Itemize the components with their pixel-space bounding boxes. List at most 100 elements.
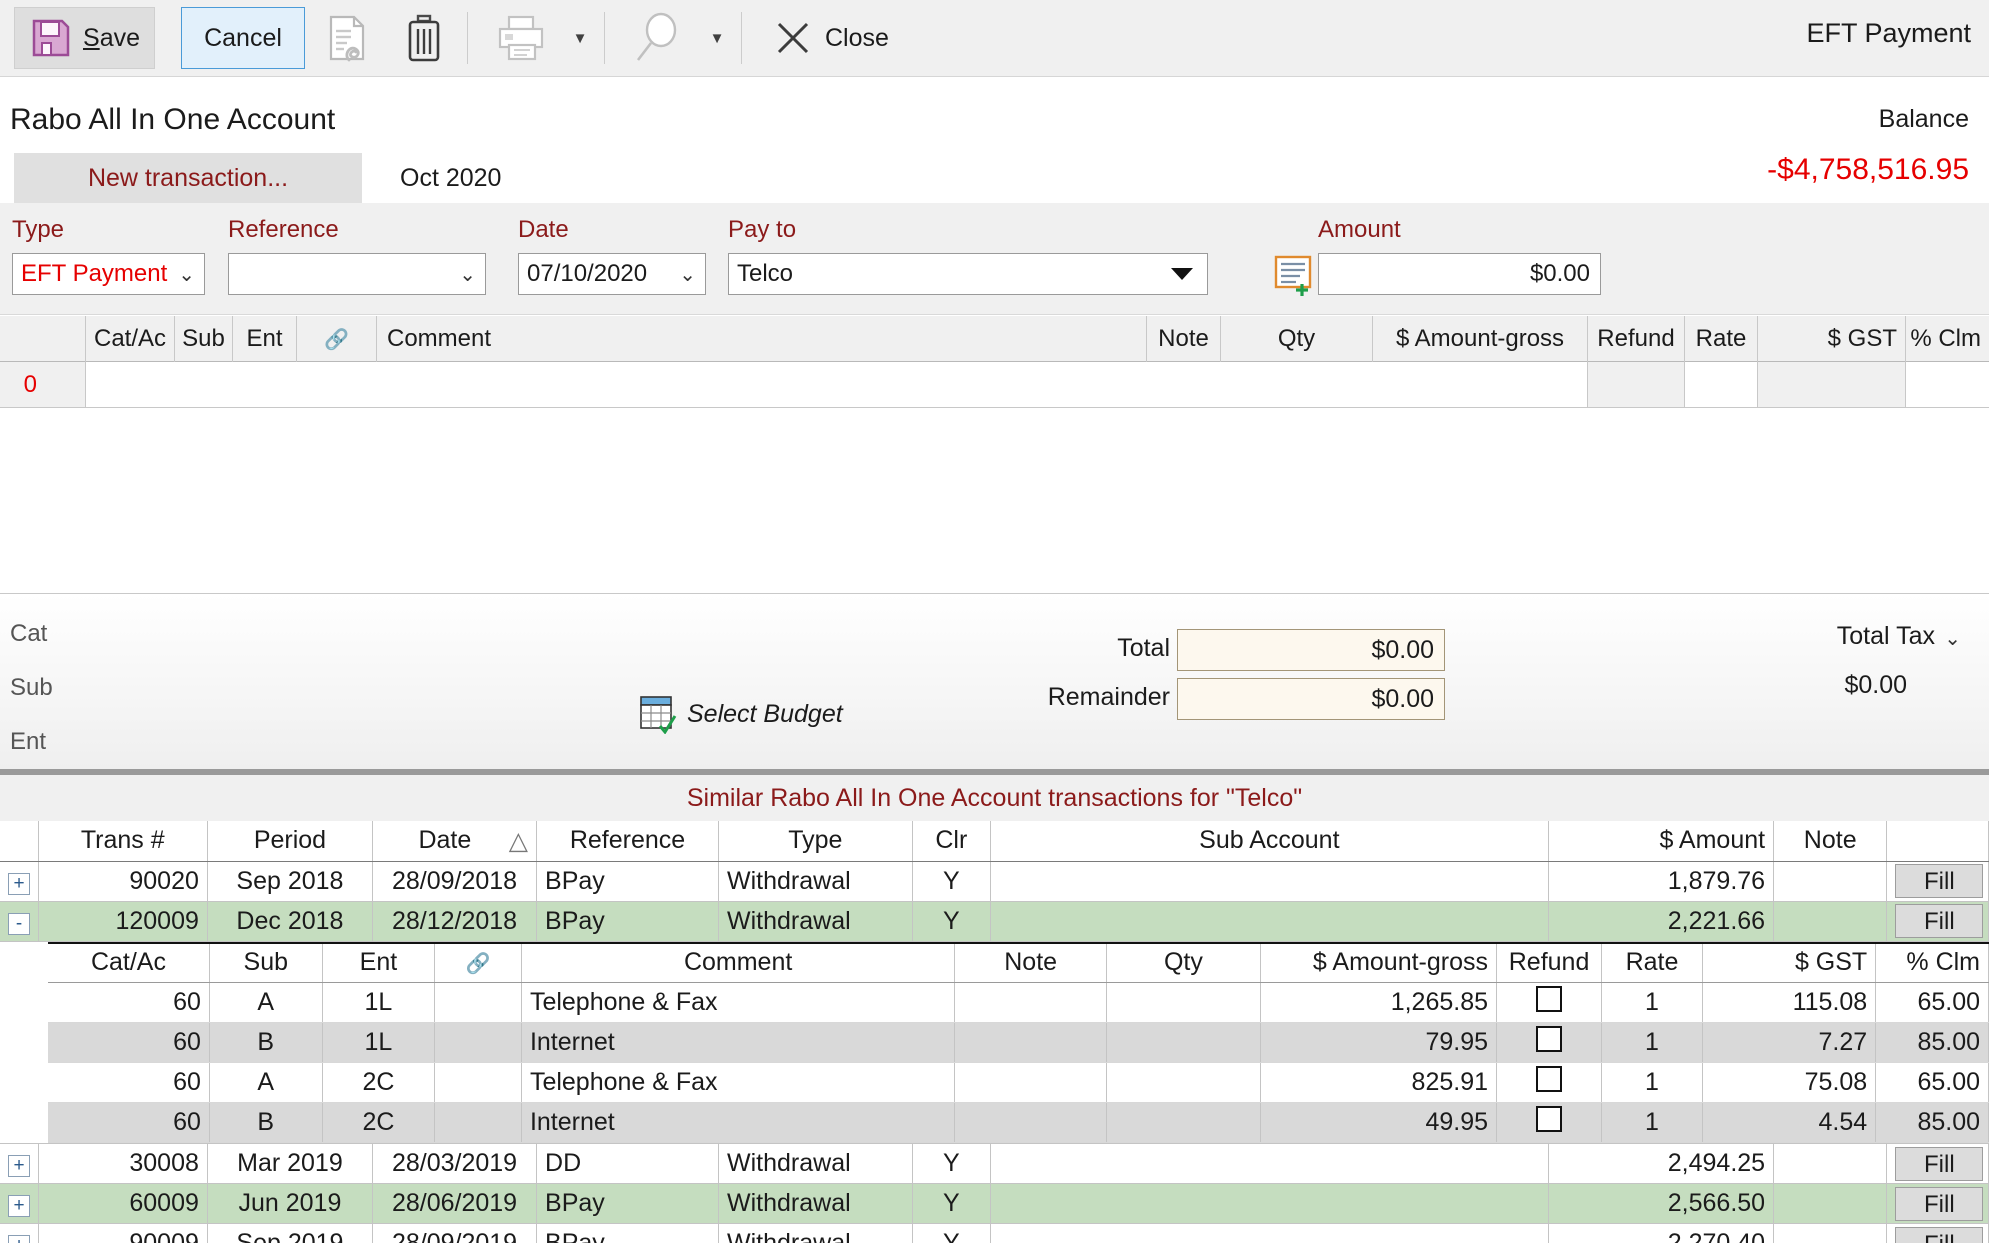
col-ent[interactable]: Ent [233, 316, 297, 362]
cell-fill[interactable]: Fill [1886, 901, 1989, 942]
cell-amount: 2,270.40 [1548, 1223, 1775, 1243]
chevron-down-icon: ▼ [572, 29, 588, 47]
entry-cell-rate[interactable] [1685, 362, 1758, 408]
entry-cell-clm[interactable] [1906, 362, 1989, 408]
cell-fill[interactable]: Fill [1886, 1223, 1989, 1243]
dcol-rate[interactable]: Rate [1601, 941, 1703, 983]
attach-document-button[interactable] [315, 5, 381, 71]
col-type[interactable]: Type [718, 821, 913, 862]
dcol-clm[interactable]: % Clm [1875, 941, 1989, 983]
col-rownum[interactable] [0, 316, 86, 362]
refund-checkbox[interactable] [1536, 1106, 1563, 1132]
entry-grid-row[interactable]: 0 [0, 362, 1989, 408]
entry-cell-refund[interactable] [1588, 362, 1685, 408]
close-button[interactable]: Close [756, 7, 904, 69]
similar-transactions-table[interactable]: Trans # Period Date △ Reference Type Clr… [0, 821, 1989, 1243]
dcell-refund[interactable] [1496, 1062, 1603, 1103]
col-qty[interactable]: Qty [1221, 316, 1373, 362]
dcell-sub: B [209, 1102, 323, 1143]
tab-new-transaction[interactable]: New transaction... [14, 153, 362, 203]
table-row[interactable]: - 120009 Dec 2018 28/12/2018 BPay Withdr… [0, 901, 1989, 942]
row-expander[interactable]: + [0, 861, 39, 902]
find-dropdown-button[interactable]: ▼ [701, 5, 731, 71]
select-budget-button[interactable]: Select Budget [638, 694, 843, 734]
col-refund[interactable]: Refund [1588, 316, 1685, 362]
cell-fill[interactable]: Fill [1886, 1183, 1989, 1224]
refund-checkbox[interactable] [1536, 1026, 1563, 1052]
fill-button[interactable]: Fill [1895, 1186, 1984, 1221]
row-expander[interactable]: - [0, 901, 39, 942]
fill-button[interactable]: Fill [1895, 904, 1984, 938]
dcol-cat-ac[interactable]: Cat/Ac [48, 941, 210, 983]
print-button[interactable] [488, 5, 554, 71]
amount-input[interactable]: $0.00 [1318, 253, 1601, 295]
delete-button[interactable] [391, 5, 457, 71]
col-sub[interactable]: Sub [175, 316, 233, 362]
table-row[interactable]: + 90009 Sep 2019 28/09/2019 BPay Withdra… [0, 1223, 1989, 1243]
cell-fill[interactable]: Fill [1886, 861, 1989, 902]
fill-button[interactable]: Fill [1895, 1146, 1984, 1181]
entry-cells-left[interactable] [86, 362, 1588, 408]
dcol-refund[interactable]: Refund [1496, 941, 1603, 983]
save-accel-letter: S [83, 23, 100, 52]
dcell-refund[interactable] [1496, 1102, 1603, 1143]
dcol-gst[interactable]: $ GST [1702, 941, 1877, 983]
payto-combo[interactable]: Telco [728, 253, 1208, 295]
cancel-button[interactable]: Cancel [181, 7, 305, 69]
fill-button[interactable]: Fill [1895, 864, 1984, 898]
detail-row[interactable]: 60 B 1L Internet 79.95 1 7.27 85.00 [48, 1022, 1989, 1063]
refund-checkbox[interactable] [1536, 986, 1563, 1012]
row-expander[interactable]: + [0, 1143, 39, 1184]
table-row[interactable]: + 30008 Mar 2019 28/03/2019 DD Withdrawa… [0, 1143, 1989, 1184]
col-rate[interactable]: Rate [1685, 316, 1758, 362]
detail-row[interactable]: 60 A 2C Telephone & Fax 825.91 1 75.08 6… [48, 1062, 1989, 1103]
dcol-ent[interactable]: Ent [322, 941, 436, 983]
save-button[interactable]: Save [14, 7, 155, 69]
find-button[interactable] [625, 5, 691, 71]
row-expander[interactable]: + [0, 1183, 39, 1224]
dcell-comment: Telephone & Fax [521, 1062, 956, 1103]
col-cat-ac[interactable]: Cat/Ac [86, 316, 175, 362]
type-select[interactable]: EFT Payment ⌄ [12, 253, 205, 295]
row-expander[interactable]: + [0, 1223, 39, 1243]
col-note[interactable]: Note [1773, 821, 1888, 862]
dcol-note[interactable]: Note [954, 941, 1107, 983]
date-picker[interactable]: 07/10/2020 ⌄ [518, 253, 706, 295]
date-label: Date [518, 216, 569, 243]
add-note-button[interactable] [1272, 253, 1320, 297]
tab-period[interactable]: Oct 2020 [400, 153, 501, 203]
col-gst[interactable]: $ GST [1758, 316, 1906, 362]
detail-row[interactable]: 60 A 1L Telephone & Fax 1,265.85 1 115.0… [48, 982, 1989, 1023]
print-dropdown-button[interactable]: ▼ [564, 5, 594, 71]
dcol-qty[interactable]: Qty [1106, 941, 1261, 983]
col-clr[interactable]: Clr [912, 821, 991, 862]
dcol-amount-gross[interactable]: $ Amount-gross [1260, 941, 1498, 983]
entry-cell-gst[interactable] [1758, 362, 1906, 408]
col-amount-gross[interactable]: $ Amount-gross [1373, 316, 1588, 362]
col-amount[interactable]: $ Amount [1548, 821, 1775, 862]
table-row[interactable]: + 90020 Sep 2018 28/09/2018 BPay Withdra… [0, 861, 1989, 902]
dcol-sub[interactable]: Sub [209, 941, 323, 983]
col-note[interactable]: Note [1147, 316, 1221, 362]
col-reference[interactable]: Reference [536, 821, 720, 862]
col-link[interactable]: 🔗 [297, 316, 377, 362]
col-comment[interactable]: Comment [377, 316, 1147, 362]
dcell-refund[interactable] [1496, 1022, 1603, 1063]
cell-fill[interactable]: Fill [1886, 1143, 1989, 1184]
col-sub-account[interactable]: Sub Account [990, 821, 1549, 862]
dcell-refund[interactable] [1496, 982, 1603, 1023]
col-clm[interactable]: % Clm [1906, 316, 1989, 362]
fill-button[interactable]: Fill [1895, 1226, 1984, 1243]
reference-select[interactable]: ⌄ [228, 253, 486, 295]
col-period[interactable]: Period [207, 821, 373, 862]
dcol-comment[interactable]: Comment [521, 941, 956, 983]
refund-checkbox[interactable] [1536, 1066, 1563, 1092]
link-icon: 🔗 [324, 328, 349, 351]
col-trans-no[interactable]: Trans # [38, 821, 208, 862]
col-date[interactable]: Date △ [372, 821, 538, 862]
dcell-ent: 1L [322, 982, 436, 1023]
detail-row[interactable]: 60 B 2C Internet 49.95 1 4.54 85.00 [48, 1102, 1989, 1143]
chevron-down-icon[interactable]: ⌄ [1944, 626, 1961, 651]
table-row[interactable]: + 60009 Jun 2019 28/06/2019 BPay Withdra… [0, 1183, 1989, 1224]
dcol-link[interactable]: 🔗 [434, 941, 522, 983]
